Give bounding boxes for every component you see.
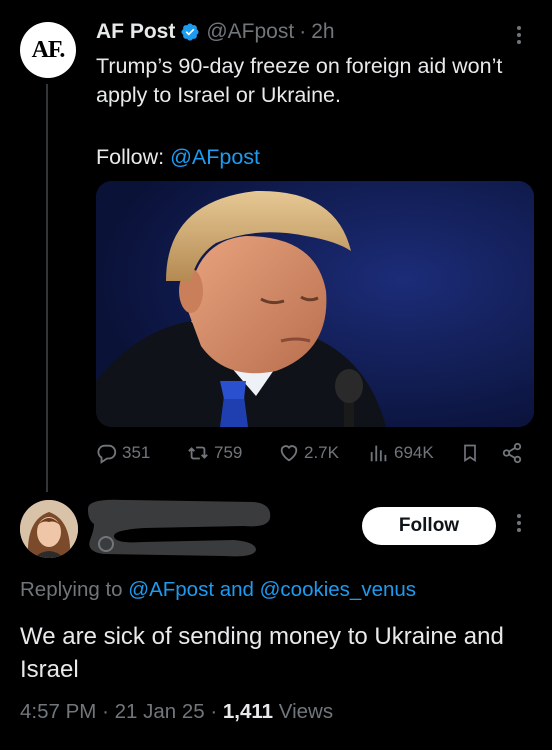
tweet-text: Trump’s 90-day freeze on foreign aid won… — [96, 54, 503, 107]
follow-button[interactable]: Follow — [362, 507, 496, 545]
reply-views-label: Views — [278, 700, 334, 723]
tweet-photo[interactable] — [96, 181, 534, 427]
verified-badge-icon — [181, 23, 199, 41]
bookmark-action[interactable] — [460, 442, 480, 464]
follow-prompt-handle-link[interactable]: @AFpost — [170, 145, 260, 169]
reply-text: We are sick of sending money to Ukraine … — [20, 623, 504, 683]
trump-photo-illustration — [96, 181, 534, 427]
replying-to-handles-link[interactable]: @AFpost and @cookies_venus — [128, 578, 416, 601]
reply-author-avatar[interactable] — [20, 500, 78, 558]
avatar-logo-text: AF. — [31, 36, 66, 63]
author-name[interactable]: AF Post — [96, 20, 175, 44]
author-avatar[interactable]: AF. — [20, 22, 76, 78]
reply-metadata: 4:57 PM · 21 Jan 25 · 1,411 Views — [20, 700, 334, 723]
like-count: 2.7K — [304, 443, 339, 462]
share-action[interactable] — [500, 442, 524, 464]
like-action[interactable]: 2.7K — [278, 442, 339, 464]
reply-icon — [97, 444, 117, 464]
more-vertical-icon[interactable] — [515, 26, 523, 44]
thread-connector-line — [46, 84, 48, 492]
reply-time[interactable]: 4:57 PM — [20, 700, 96, 723]
follow-prompt: Follow: @AFpost — [96, 145, 260, 170]
redacted-reply-author-name — [84, 496, 274, 558]
replying-to-label: Replying to — [20, 578, 123, 601]
bookmark-icon — [464, 444, 476, 463]
views-bar-chart-icon — [370, 445, 387, 462]
views-action[interactable]: 694K — [368, 442, 434, 464]
retweet-icon — [188, 446, 208, 460]
reply-more-vertical-icon[interactable] — [515, 514, 523, 532]
tweet-header: AF Post @AFpost · 2h — [96, 20, 335, 44]
reply-count: 351 — [122, 443, 151, 462]
share-icon — [502, 442, 522, 464]
tweet-action-bar: 351 759 2.7K 694K — [96, 442, 528, 468]
reply-date[interactable]: 21 Jan 25 — [115, 700, 205, 723]
replying-to: Replying to @AFpost and @cookies_venus — [20, 578, 416, 602]
heart-icon — [280, 445, 298, 462]
retweet-action[interactable]: 759 — [186, 442, 242, 464]
header-separator: · — [299, 20, 307, 43]
reply-avatar-photo — [20, 500, 78, 558]
views-count: 694K — [394, 443, 434, 462]
author-handle[interactable]: @AFpost — [206, 20, 294, 44]
reply-views-count: 1,411 — [222, 700, 274, 723]
tweet-timestamp[interactable]: 2h — [311, 20, 334, 44]
follow-prompt-label: Follow: — [96, 145, 165, 169]
retweet-count: 759 — [214, 443, 243, 462]
reply-action[interactable]: 351 — [96, 442, 150, 464]
